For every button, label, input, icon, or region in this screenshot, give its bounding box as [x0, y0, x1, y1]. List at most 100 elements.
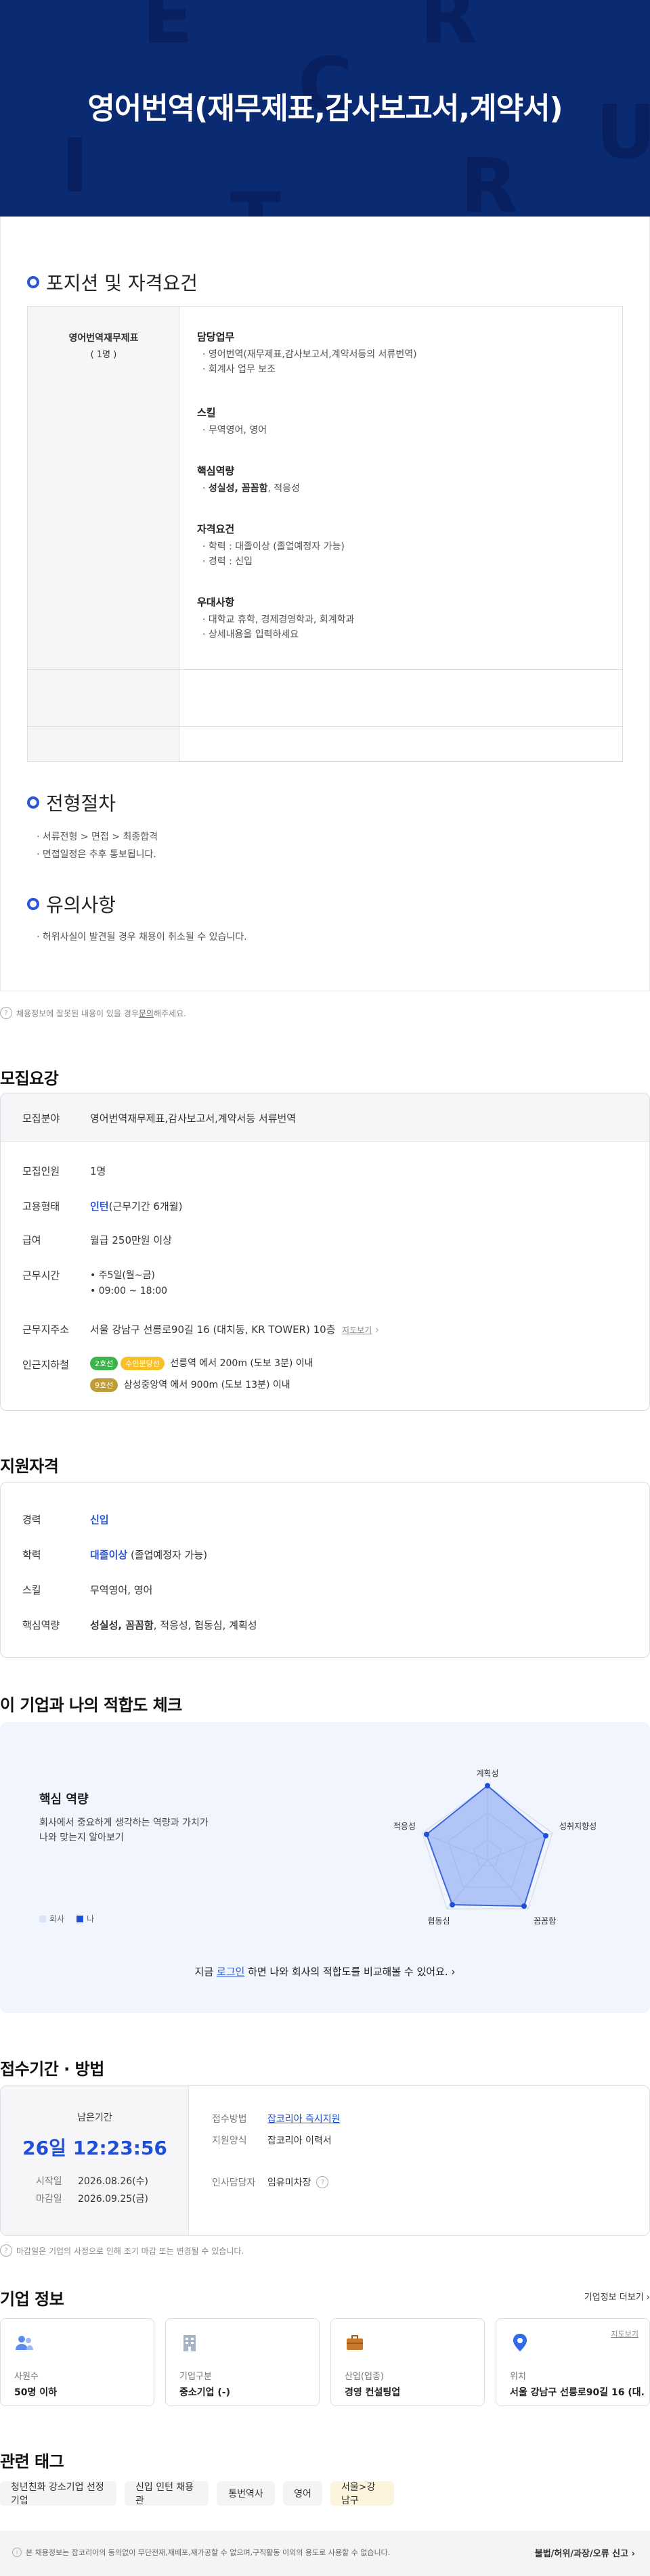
info-icon: ?: [0, 2244, 12, 2257]
hours-label: 근무시간: [22, 1269, 60, 1282]
hero-bg-letter: I: [61, 122, 89, 209]
location-map-link[interactable]: 지도보기: [611, 2328, 638, 2339]
location-pin-icon: [513, 2334, 527, 2351]
section-heading-position: 포지션 및 자격요건: [27, 269, 198, 296]
competency-item: · 성실성, 꼼꼼함, 적응성: [202, 483, 300, 494]
building-icon: [183, 2335, 196, 2351]
type-value: 인턴(근무기간 6개월): [90, 1200, 183, 1213]
start-value: 2026.08.26(수): [78, 2176, 148, 2187]
briefcase-icon: [347, 2335, 363, 2350]
edu-value: 대졸이상 (졸업예정자 가능): [90, 1549, 208, 1561]
footer-report-link[interactable]: 불법/허위/과장/오류 신고 ›: [535, 2546, 635, 2559]
qualification-item: · 학력 : 대졸이상 (졸업예정자 가능): [202, 541, 345, 552]
chevron-right-icon: ›: [374, 1324, 379, 1336]
duties-item: · 영어번역(재무제표,감사보고서,계약서등의 서류번역): [202, 349, 417, 360]
apply-heading: 접수기간 · 방법: [0, 2060, 104, 2079]
company-card-location: 지도보기 위치 서울 강남구 선릉로90길 16 (대...: [496, 2318, 650, 2406]
subway-line-badge: 2호선: [90, 1357, 118, 1370]
card-label: 사원수: [14, 2372, 39, 2382]
tag-chip[interactable]: 청년친화 강소기업 선정 기업: [0, 2481, 116, 2506]
hours-item: • 주5일(월~금): [90, 1270, 155, 1281]
start-label: 시작일: [36, 2176, 62, 2187]
company-more-link[interactable]: 기업정보 더보기 ›: [584, 2290, 650, 2303]
subway-line-badge: 9호선: [90, 1378, 118, 1392]
section-heading-text: 포지션 및 자격요건: [46, 272, 198, 294]
preferred-label: 우대사항: [197, 596, 235, 608]
report-link[interactable]: 문의: [139, 1008, 154, 1019]
station-item: 9호선 삼성중앙역 에서 900m (도보 13분) 이내: [90, 1378, 290, 1392]
tag-chip[interactable]: 영어: [283, 2481, 322, 2506]
position-name: 영어번역재무제표: [68, 333, 139, 344]
process-item: · 서류전형 > 면접 > 최종합격: [37, 832, 158, 842]
pay-label: 급여: [22, 1234, 41, 1246]
fit-title: 핵심 역량: [39, 1792, 89, 1807]
company-card-industry: 산업(업종) 경영 컨설팅업: [330, 2318, 485, 2406]
remain-panel: [1, 2086, 189, 2235]
addr-map-link[interactable]: 지도보기: [342, 1326, 372, 1335]
count-label: 모집인원: [22, 1165, 60, 1177]
preferred-item: · 대학교 휴학, 경제경영학과, 회계학과: [202, 614, 355, 625]
table-divider: [28, 669, 622, 670]
fit-desc-line: 나와 맞는지 알아보기: [39, 1832, 124, 1843]
manager-label: 인사담당자: [212, 2177, 256, 2188]
fit-heading: 이 기업과 나의 적합도 체크: [0, 1696, 182, 1715]
section-heading-notice: 유의사항: [27, 890, 116, 918]
hero-bg-letter: R: [420, 0, 477, 60]
duties-label: 담당업무: [197, 331, 235, 343]
skills-label: 스킬: [197, 407, 216, 419]
duties-item: · 회계사 업무 보조: [202, 364, 276, 375]
company-heading: 기업 정보: [0, 2290, 64, 2309]
fit-legend: 회사 나: [39, 1913, 94, 1924]
recruit-heading: 모집요강: [0, 1069, 59, 1088]
form-label: 지원양식: [212, 2136, 247, 2146]
fit-desc-line: 회사에서 중요하게 생각하는 역량과 가치가: [39, 1817, 209, 1828]
tag-chip[interactable]: 신입 인턴 채용관: [125, 2481, 209, 2506]
process-item: · 면접일정은 추후 통보됩니다.: [37, 849, 156, 860]
chevron-right-icon: ›: [451, 1966, 456, 1978]
fit-login-link[interactable]: 로그인: [217, 1966, 244, 1978]
tag-chip[interactable]: 통번역사: [217, 2481, 275, 2506]
subway-line-badge: 수인분당선: [121, 1357, 165, 1370]
preferred-item: · 상세내용을 입력하세요: [202, 629, 299, 640]
skill-value: 무역영어, 영어: [90, 1584, 153, 1596]
info-icon[interactable]: ?: [316, 2176, 329, 2188]
competency-label: 핵심역량: [197, 465, 235, 477]
method-label: 접수방법: [212, 2114, 247, 2125]
qualification-item: · 경력 : 신입: [202, 556, 253, 567]
hours-item: • 09:00 ~ 18:00: [90, 1286, 168, 1296]
manager-value: 임유미차장?: [267, 2175, 332, 2189]
radar-axis-label: 성취지향성: [559, 1822, 596, 1831]
legend-me: 나: [87, 1914, 95, 1924]
position-count: ( 1명 ): [90, 350, 117, 360]
radar-axis-label: 계획성: [476, 1769, 498, 1778]
skills-item: · 무역영어, 영어: [202, 425, 267, 436]
method-link[interactable]: 잡코리아 즉시지원: [267, 2112, 341, 2125]
end-label: 마감일: [36, 2194, 62, 2205]
apply-box: 남은기간 26일 12:23:56 시작일 2026.08.26(수) 마감일 …: [0, 2085, 650, 2236]
legend-swatch-company: [39, 1915, 46, 1922]
tag-chip[interactable]: 서울>강남구: [330, 2481, 394, 2506]
table-divider: [28, 726, 622, 727]
apply-note: ? 마감일은 기업의 사정으로 인해 조기 마감 또는 변경될 수 있습니다.: [0, 2244, 244, 2257]
report-note: ? 채용정보에 잘못된 내용이 있을 경우 문의 해주세요.: [0, 1007, 186, 1019]
section-dot-icon: [27, 796, 39, 809]
card-value: 서울 강남구 선릉로90길 16 (대...: [510, 2387, 645, 2398]
remain-label: 남은기간: [77, 2112, 112, 2123]
radar-area-me: [425, 1784, 547, 1907]
footer-copyright: i 본 채용정보는 잡코리아의 동의없이 무단전재,재배포,재가공할 수 없으며…: [12, 2547, 432, 2558]
end-value: 2026.09.25(금): [78, 2194, 148, 2205]
skill-label: 스킬: [22, 1584, 41, 1596]
legend-company: 회사: [49, 1914, 65, 1924]
type-label: 고용형태: [22, 1200, 60, 1213]
requirements-table: 영어번역재무제표 ( 1명 ) 담당업무 · 영어번역(재무제표,감사보고서,계…: [27, 306, 623, 762]
hero-bg-letter: E: [142, 0, 194, 60]
notice-item: · 허위사실이 발견될 경우 채용이 취소될 수 있습니다.: [37, 932, 247, 943]
card-label: 위치: [510, 2372, 526, 2382]
job-title: 영어번역(재무제표,감사보고서,계약서): [87, 91, 563, 126]
footer-bar: i 본 채용정보는 잡코리아의 동의없이 무단전재,재배포,재가공할 수 없으며…: [0, 2531, 650, 2576]
card-value: 중소기업 (-): [179, 2387, 231, 2398]
station-item: 2호선 수인분당선 선릉역 에서 200m (도보 3분) 이내: [90, 1356, 313, 1370]
remain-countdown: 26일 12:23:56: [22, 2137, 167, 2159]
fit-panel: 핵심 역량 회사에서 중요하게 생각하는 역량과 가치가 나와 맞는지 알아보기…: [0, 1722, 650, 2013]
pay-value: 월급 250만원 이상: [90, 1234, 172, 1246]
